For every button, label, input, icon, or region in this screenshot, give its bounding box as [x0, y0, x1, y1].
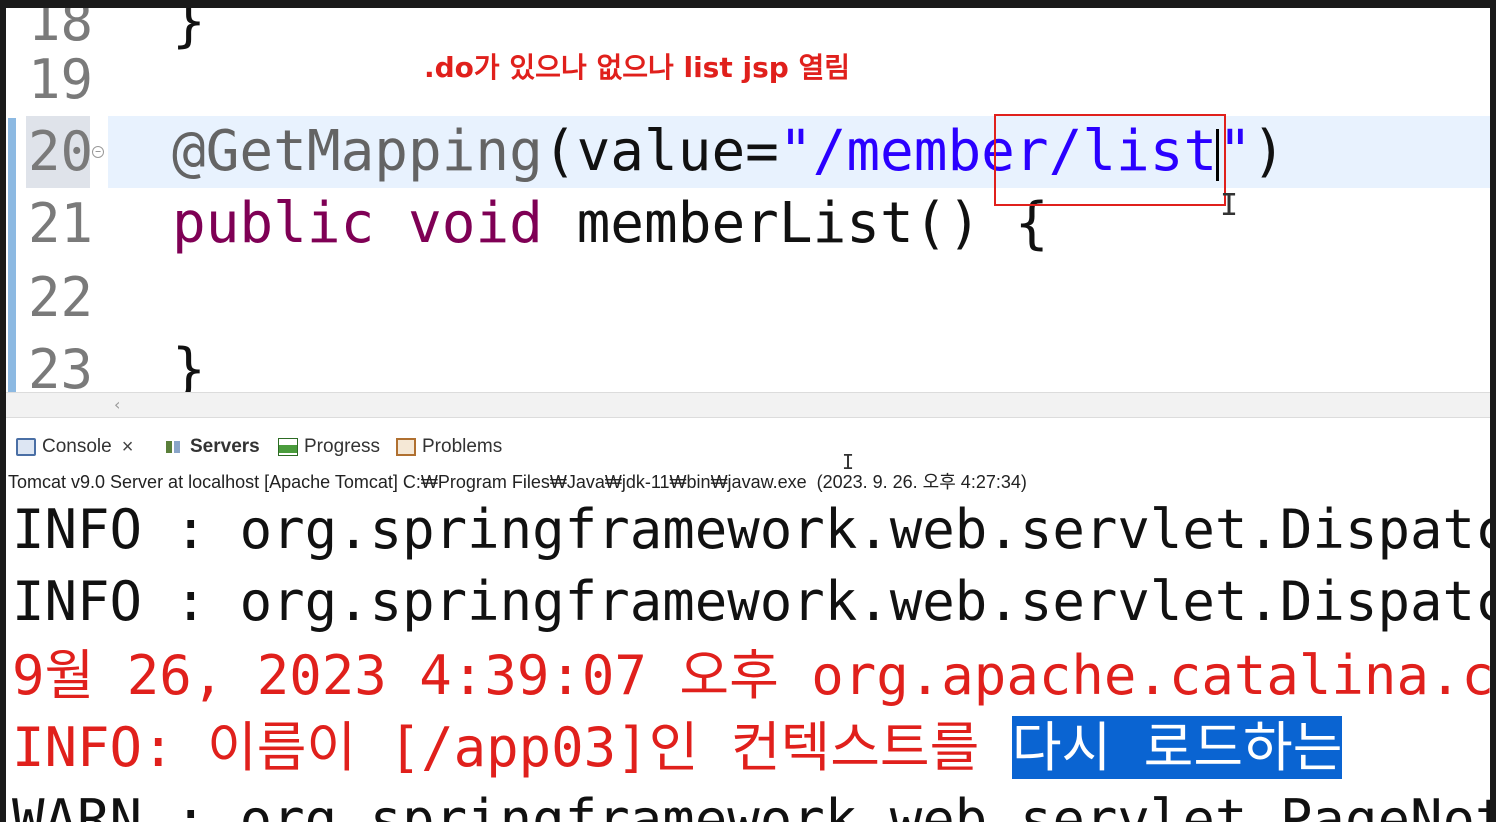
- line-number: 19: [28, 48, 94, 111]
- line-number: 20: [28, 120, 94, 183]
- tab-problems[interactable]: Problems: [396, 434, 502, 460]
- ibeam-cursor-icon: I: [1220, 188, 1239, 223]
- tab-servers[interactable]: Servers: [164, 434, 260, 460]
- servers-icon: [164, 438, 184, 456]
- keyword-token: public: [172, 191, 375, 256]
- scroll-left-icon[interactable]: ‹: [114, 395, 120, 414]
- keyword-token: void: [408, 191, 543, 256]
- tab-progress[interactable]: Progress: [278, 434, 380, 460]
- annotation-token: @GetMapping: [172, 119, 543, 184]
- view-tab-bar: Console × Servers Progress Problems: [6, 430, 1490, 464]
- change-ruler: [8, 118, 28, 392]
- line-number: 23: [28, 338, 94, 392]
- tab-console-label: Console: [42, 436, 112, 457]
- fold-toggle-icon[interactable]: −: [92, 146, 104, 158]
- problems-icon: [396, 438, 416, 456]
- right-frame-edge: [1490, 0, 1496, 822]
- console-launch-description: Tomcat v9.0 Server at localhost [Apache …: [8, 472, 1027, 492]
- code-line-18: }: [172, 8, 206, 54]
- console-line: WARN : org.springframework.web.servlet.P…: [12, 788, 1490, 822]
- selected-text: 다시 로드하는: [1011, 716, 1343, 779]
- progress-icon: [278, 438, 298, 456]
- code-editor[interactable]: 18 } 19 20 − @GetMapping(value="/member/…: [6, 8, 1490, 392]
- console-output[interactable]: INFO : org.springframework.web.servlet.D…: [6, 494, 1490, 822]
- console-line: 9월 26, 2023 4:39:07 오후 org.apache.catali…: [12, 644, 1490, 707]
- tab-problems-label: Problems: [422, 436, 503, 457]
- console-line: INFO : org.springframework.web.servlet.D…: [12, 498, 1490, 561]
- line-number: 22: [28, 266, 94, 329]
- line-number: 21: [28, 192, 94, 255]
- left-frame-edge: [0, 0, 6, 822]
- paren-token: (value=: [542, 119, 779, 184]
- console-icon: [16, 438, 36, 456]
- tab-console[interactable]: Console ×: [16, 434, 133, 460]
- highlight-box: [994, 114, 1226, 206]
- close-paren-token: ): [1251, 119, 1286, 184]
- console-line: INFO: 이름이 [/app03]인 컨텍스트를 다시 로드하는: [12, 712, 1343, 784]
- console-line: INFO : org.springframework.web.servlet.D…: [12, 570, 1490, 633]
- console-line-text: INFO: 이름이 [/app03]인 컨텍스트를: [12, 716, 1012, 779]
- code-line-21: public void memberList() {: [172, 188, 1049, 260]
- annotation-note: .do가 있으나 없으나 list jsp 열림: [424, 51, 851, 84]
- method-signature: memberList() {: [542, 191, 1049, 256]
- tab-servers-label: Servers: [190, 436, 260, 457]
- top-frame-edge: [0, 0, 1496, 8]
- code-line-23: }: [172, 337, 206, 392]
- tab-progress-label: Progress: [304, 436, 381, 457]
- close-icon[interactable]: ×: [122, 436, 134, 459]
- horizontal-scrollbar[interactable]: ‹: [6, 392, 1490, 418]
